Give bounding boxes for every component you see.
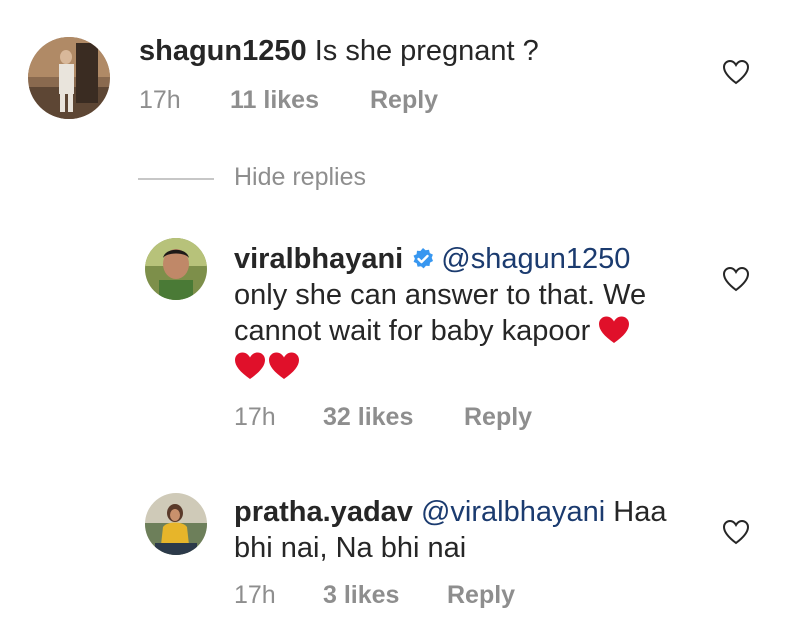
- hide-replies-divider: [138, 178, 214, 180]
- avatar-pratha-yadav[interactable]: [145, 493, 207, 555]
- red-heart-emoji: [598, 315, 630, 345]
- verified-badge-icon: [411, 247, 435, 271]
- reply-text-line1: only she can answer to that. We: [234, 279, 647, 311]
- reply-button[interactable]: Reply: [370, 86, 438, 115]
- reply-mention[interactable]: @shagun1250: [441, 243, 630, 275]
- like-heart-icon[interactable]: [722, 519, 750, 545]
- reply-text-line2: cannot wait for baby kapoor: [234, 315, 591, 347]
- reply-likes[interactable]: 3 likes: [323, 581, 399, 610]
- avatar-shagun1250[interactable]: [28, 37, 110, 119]
- comment-likes[interactable]: 11 likes: [230, 86, 319, 115]
- reply-time: 17h: [234, 581, 276, 609]
- like-heart-icon[interactable]: [722, 266, 750, 292]
- comment-meta: 17h 11 likes Reply: [139, 86, 539, 118]
- reply-body-viralbhayani: viralbhayani @shagun1250 only she can ans…: [234, 241, 704, 385]
- reply-text-line2: bhi nai, Na bhi nai: [234, 532, 467, 564]
- reply-meta: 17h 32 likes Reply: [234, 403, 634, 435]
- reply-body-pratha-yadav: pratha.yadav @viralbhayani Haa bhi nai, …: [234, 494, 704, 566]
- reply-time: 17h: [234, 403, 276, 431]
- comment-time: 17h: [139, 86, 181, 114]
- red-heart-emoji: [268, 351, 300, 381]
- reply-username[interactable]: pratha.yadav: [234, 496, 413, 528]
- comments-thread: shagun1250 Is she pregnant ? 17h 11 like…: [0, 0, 800, 637]
- comment-username[interactable]: shagun1250: [139, 35, 307, 67]
- reply-mention[interactable]: @viralbhayani: [421, 496, 605, 528]
- reply-button[interactable]: Reply: [464, 403, 532, 432]
- reply-meta: 17h 3 likes Reply: [234, 581, 634, 613]
- reply-button[interactable]: Reply: [447, 581, 515, 610]
- reply-username[interactable]: viralbhayani: [234, 243, 403, 275]
- reply-text-line1: Haa: [613, 496, 667, 528]
- comment-body: shagun1250 Is she pregnant ?: [139, 33, 699, 69]
- hide-replies-button[interactable]: Hide replies: [234, 163, 366, 192]
- red-heart-emoji: [234, 351, 266, 381]
- reply-likes[interactable]: 32 likes: [323, 403, 413, 432]
- avatar-viralbhayani[interactable]: [145, 238, 207, 300]
- like-heart-icon[interactable]: [722, 59, 750, 85]
- comment-text: Is she pregnant ?: [314, 35, 539, 67]
